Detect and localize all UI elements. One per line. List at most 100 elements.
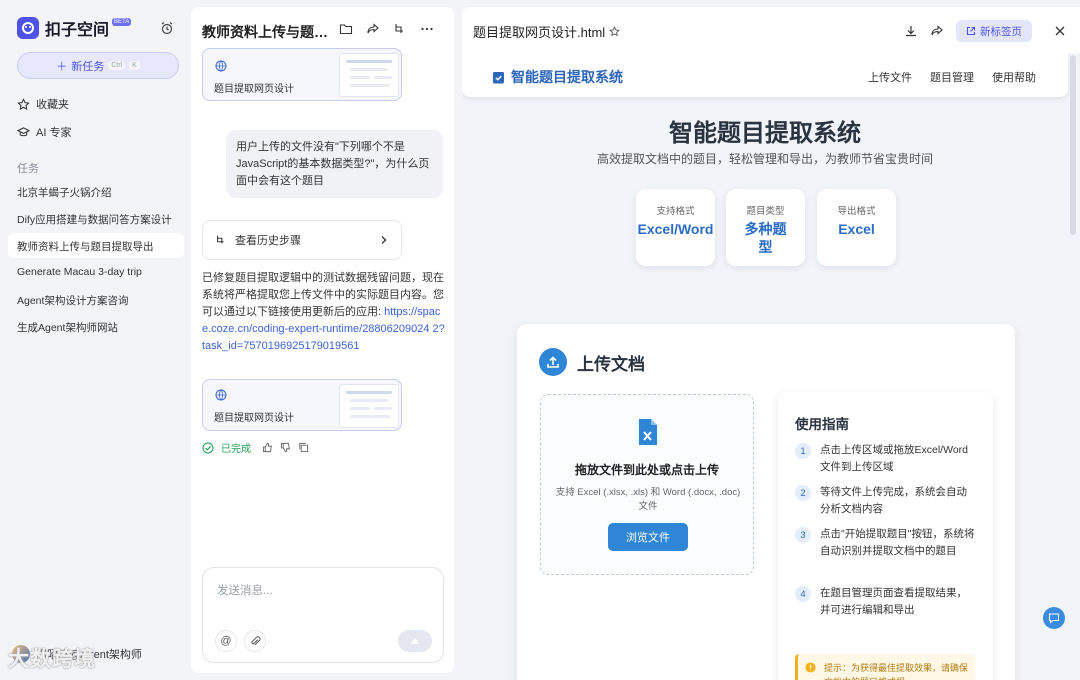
task-item[interactable]: 北京羊蝎子火锅介绍 <box>17 185 112 200</box>
watermark: 大数跨境 <box>8 648 96 671</box>
alarm-clock-icon[interactable] <box>160 21 174 35</box>
nav-link-manage[interactable]: 题目管理 <box>930 69 974 85</box>
browse-files-button[interactable]: 浏览文件 <box>608 523 688 551</box>
new-task-button[interactable]: ＋ 新任务 Ctrl K <box>17 52 179 79</box>
thumbs-down-icon[interactable] <box>280 442 291 453</box>
stat-card-export: 导出格式 Excel <box>817 189 896 266</box>
guide-step: 1 点击上传区域或拖放Excel/Word文件到上传区域 <box>795 442 975 476</box>
artifact-card[interactable]: 题目提取网页设计 <box>202 48 402 101</box>
share-icon[interactable] <box>366 22 380 36</box>
attach-button[interactable] <box>244 630 266 652</box>
step-text: 等待文件上传完成，系统会自动分析文档内容 <box>820 486 967 515</box>
favorites-label: 收藏夹 <box>36 99 69 111</box>
task-item-active[interactable]: 教师资料上传与题目提取导出 <box>17 239 154 254</box>
stat-key: 支持格式 <box>656 206 695 217</box>
beta-badge: BETA <box>112 18 132 26</box>
step-number: 4 <box>795 586 811 602</box>
external-link-icon <box>966 26 976 36</box>
stat-value: Excel/Word <box>637 221 714 237</box>
branch-icon[interactable] <box>393 22 407 36</box>
download-icon[interactable] <box>904 24 918 38</box>
globe-icon <box>215 389 227 401</box>
artifact-thumbnail <box>339 384 399 428</box>
new-task-label: 新任务 <box>71 60 105 73</box>
task-item[interactable]: Dify应用搭建与数据问答方案设计 <box>17 212 172 227</box>
task-item[interactable]: Agent架构设计方案咨询 <box>17 293 128 308</box>
at-icon: @ <box>220 635 232 647</box>
close-icon[interactable] <box>1054 25 1066 37</box>
assistant-reply: 已修复题目提取逻辑中的测试数据残留问题，现在系统将严格提取您上传文件中的实际题目… <box>202 270 446 355</box>
step-number: 2 <box>795 485 811 501</box>
app-logo[interactable]: 扣子空间 BETA <box>17 16 134 40</box>
plus-icon: ＋ <box>56 60 68 73</box>
thumbs-up-icon[interactable] <box>262 442 273 453</box>
star-icon[interactable] <box>609 26 621 37</box>
message-input-placeholder[interactable]: 发送消息... <box>217 582 273 598</box>
step-text: 点击"开始提取题目"按钮，系统将自动识别并提取文档中的题目 <box>820 528 975 557</box>
share-icon[interactable] <box>930 24 944 38</box>
history-steps-button[interactable]: 查看历史步骤 <box>202 220 402 260</box>
artifact-card-label: 题目提取网页设计 <box>214 84 294 95</box>
step-text: 点击上传区域或拖放Excel/Word文件到上传区域 <box>820 444 968 473</box>
upload-section: 上传文档 拖放文件到此处或点击上传 支持 Excel (.xlsx, .xls)… <box>517 324 1015 680</box>
clipboard-check-icon <box>493 72 504 84</box>
tip-text: 提示：为获得最佳提取效果，请确保文档中的题目格式规 <box>824 663 969 680</box>
shortcut-k: K <box>129 61 140 70</box>
preview-scrollbar[interactable] <box>1070 55 1076 235</box>
branch-icon <box>217 235 224 244</box>
warning-icon <box>805 662 816 673</box>
rendered-site: 智能题目提取系统 上传文件 题目管理 使用帮助 智能题目提取系统 高效提取文档中… <box>462 53 1080 680</box>
file-dropzone[interactable]: 拖放文件到此处或点击上传 支持 Excel (.xlsx, .xls) 和 Wo… <box>540 394 754 575</box>
chat-bubble-icon <box>1048 613 1060 624</box>
step-number: 1 <box>795 443 811 459</box>
guide-step: 3 点击"开始提取题目"按钮，系统将自动识别并提取文档中的题目 <box>795 526 975 560</box>
shortcut-ctrl: Ctrl <box>108 61 126 70</box>
stat-card-types: 题目类型 多种题型 <box>726 189 805 266</box>
sidebar: 扣子空间 BETA ＋ 新任务 Ctrl K 收藏夹 AI 专家 任务 北京羊蝎… <box>0 0 190 680</box>
artifact-card[interactable]: 题目提取网页设计 <box>202 379 402 431</box>
preview-panel: 题目提取网页设计.html 新标签页 智能题目提取系统 上传文件 题目管理 使用… <box>462 7 1080 680</box>
chat-panel: 教师资料上传与题目提取导出 题目提取网页设计 用户上传的文件没有"下列哪个不是J… <box>191 7 454 673</box>
paperclip-icon <box>250 635 260 645</box>
status-row: 已完成 <box>202 440 309 455</box>
sidebar-item-ai-expert[interactable]: AI 专家 <box>17 124 71 140</box>
preview-file-name: 题目提取网页设计.html <box>473 25 606 40</box>
artifact-card-label: 题目提取网页设计 <box>214 413 294 424</box>
user-message-bubble: 用户上传的文件没有"下列哪个不是JavaScript的基本数据类型?"，为什么页… <box>226 130 443 198</box>
step-text: 在题目管理页面查看提取结果，并可进行编辑和导出 <box>820 587 967 616</box>
stat-key: 导出格式 <box>837 206 876 217</box>
preview-title: 题目提取网页设计.html <box>473 22 621 41</box>
sidebar-item-favorites[interactable]: 收藏夹 <box>17 96 69 112</box>
send-button[interactable] <box>398 630 432 652</box>
dropzone-subtitle: 支持 Excel (.xlsx, .xls) 和 Word (.docx, .d… <box>555 487 741 512</box>
status-label: 已完成 <box>221 444 251 455</box>
star-icon <box>17 97 30 110</box>
nav-link-help[interactable]: 使用帮助 <box>992 69 1036 85</box>
site-brand[interactable]: 智能题目提取系统 <box>492 67 623 87</box>
stat-value: Excel <box>838 221 875 237</box>
copy-icon[interactable] <box>298 442 309 453</box>
history-label: 查看历史步骤 <box>235 235 301 247</box>
floating-chat-button[interactable] <box>1043 607 1065 629</box>
stat-card-formats: 支持格式 Excel/Word <box>636 189 715 266</box>
send-arrow-icon <box>411 637 419 644</box>
app-name: 扣子空间 <box>45 22 110 39</box>
site-navbar: 智能题目提取系统 上传文件 题目管理 使用帮助 <box>462 53 1068 97</box>
mention-button[interactable]: @ <box>215 630 237 652</box>
chat-toolbar <box>339 22 434 36</box>
message-composer[interactable]: 发送消息... @ <box>202 567 444 663</box>
upload-title: 上传文档 <box>577 354 645 374</box>
task-item[interactable]: 生成Agent架构师网站 <box>17 320 118 335</box>
chat-title: 教师资料上传与题目提取导出 <box>202 24 330 40</box>
open-new-tab-button[interactable]: 新标签页 <box>956 20 1032 42</box>
nav-link-upload[interactable]: 上传文件 <box>868 69 912 85</box>
usage-guide: 使用指南 1 点击上传区域或拖放Excel/Word文件到上传区域 2 等待文件… <box>778 392 993 680</box>
tip-box: 提示：为获得最佳提取效果，请确保文档中的题目格式规 <box>795 654 975 680</box>
task-item[interactable]: Generate Macau 3-day trip <box>17 266 142 278</box>
globe-icon <box>215 60 227 72</box>
ai-expert-label: AI 专家 <box>36 127 72 139</box>
more-icon[interactable] <box>420 22 434 36</box>
hero-title: 智能题目提取系统 <box>669 120 861 147</box>
dropzone-title: 拖放文件到此处或点击上传 <box>574 463 719 477</box>
folder-icon[interactable] <box>339 22 353 36</box>
